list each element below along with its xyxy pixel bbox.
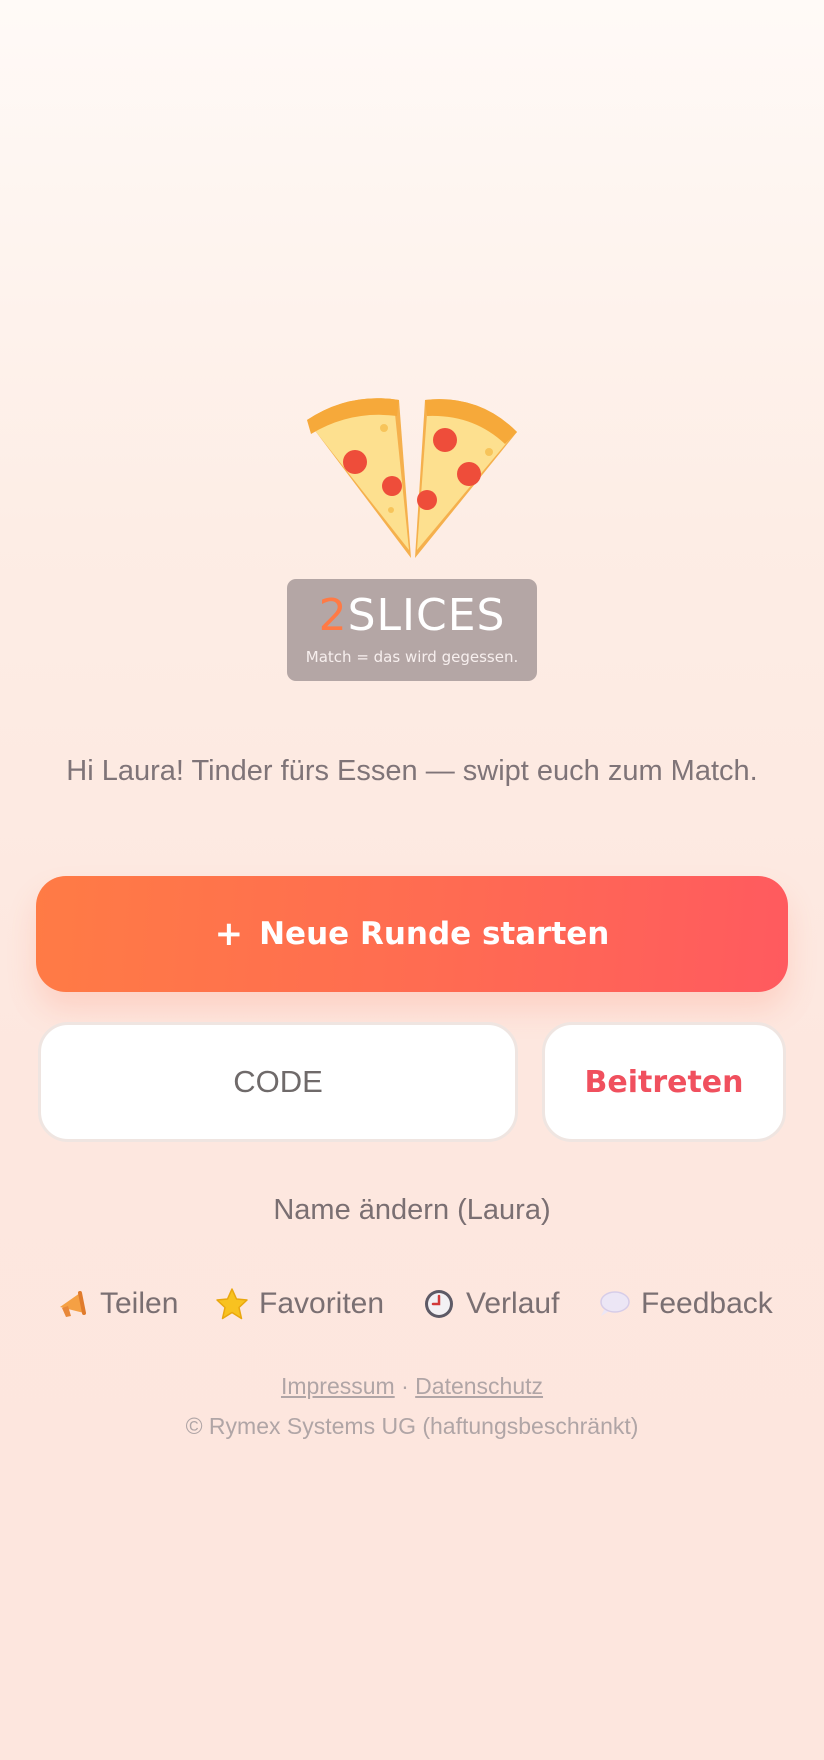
action-bar: Teilen Favoriten Verlauf Feedback [0, 1284, 824, 1324]
brand-name-word: SLICES [347, 590, 506, 641]
new-round-label: Neue Runde starten [259, 916, 610, 952]
star-icon [216, 1288, 248, 1320]
logo [0, 390, 824, 560]
copyright-text: © Rymex Systems UG (haftungsbeschränkt) [185, 1413, 639, 1439]
speech-bubble-icon [600, 1291, 630, 1316]
plus-icon: + [214, 914, 244, 954]
brand-tagline: Match = das wird gegessen. [305, 648, 519, 666]
favorites-action[interactable]: Favoriten [215, 1284, 384, 1324]
pizza-slices-icon [307, 398, 517, 558]
new-round-button[interactable]: + Neue Runde starten [36, 876, 788, 992]
join-button[interactable]: Beitreten [542, 1022, 786, 1142]
greeting-text: Hi Laura! Tinder fürs Essen — swipt euch… [66, 755, 758, 787]
clock-icon [425, 1290, 453, 1318]
history-label: Verlauf [466, 1287, 560, 1320]
code-input[interactable] [38, 1022, 518, 1142]
datenschutz-link[interactable]: Datenschutz [415, 1373, 543, 1399]
megaphone-icon [60, 1291, 86, 1317]
share-action[interactable]: Teilen [56, 1284, 178, 1324]
history-action[interactable]: Verlauf [422, 1284, 559, 1324]
share-label: Teilen [100, 1287, 179, 1320]
favorites-label: Favoriten [259, 1287, 385, 1320]
impressum-link[interactable]: Impressum [281, 1373, 395, 1399]
legal-links: Impressum · Datenschutz [0, 1373, 824, 1400]
change-name-link[interactable]: Name ändern (Laura) [0, 1194, 824, 1227]
brand-logo-box: 2SLICES Match = das wird gegessen. [287, 579, 537, 681]
feedback-action[interactable]: Feedback [597, 1284, 773, 1324]
brand-name-digit: 2 [318, 590, 348, 641]
link-separator: · [401, 1373, 409, 1399]
brand-name: 2SLICES [287, 590, 537, 642]
feedback-label: Feedback [641, 1287, 773, 1320]
